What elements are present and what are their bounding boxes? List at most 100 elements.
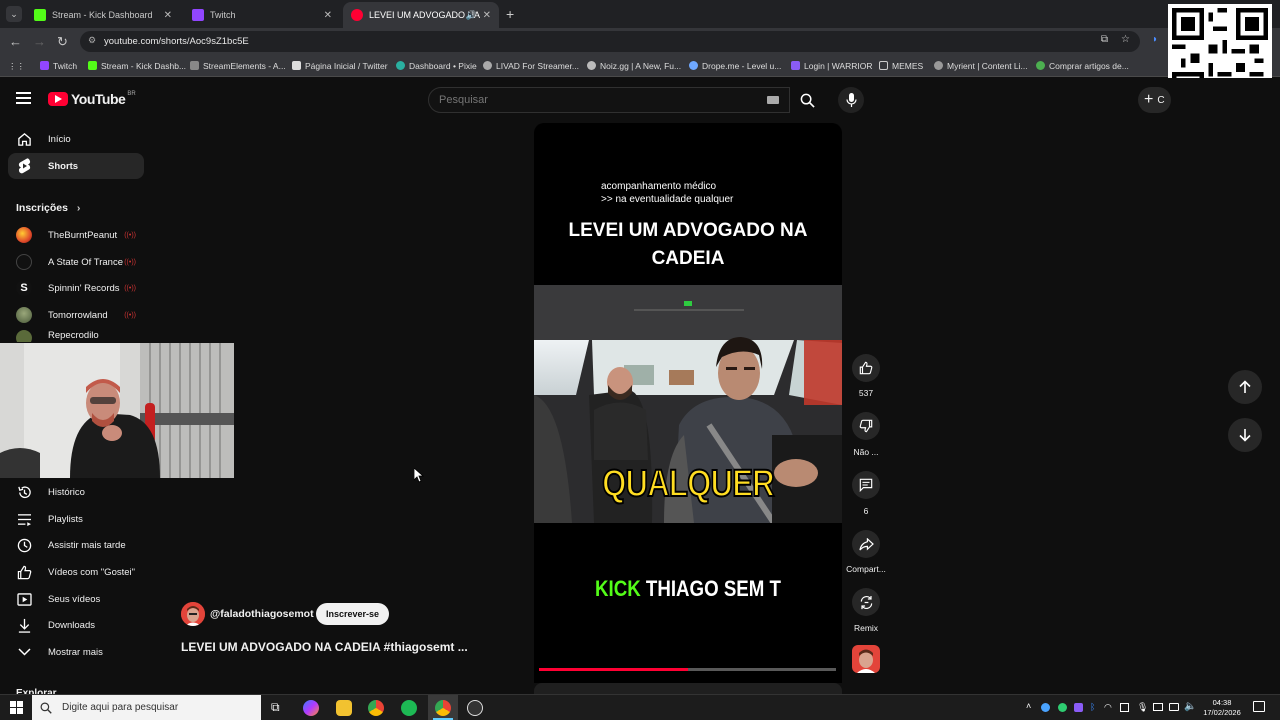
sidebar-item-history[interactable]: Histórico <box>8 479 144 505</box>
bookmark-item[interactable]: Drope.me - Level u... <box>689 61 781 71</box>
youtube-logo[interactable]: YouTube BR <box>48 91 136 107</box>
tab-youtube-active[interactable]: LEVEI UM ADVOGADO NA 🔊 ✕ <box>343 2 499 28</box>
sidebar-show-more[interactable]: Mostrar mais <box>8 639 144 665</box>
bluetooth-icon[interactable]: ᛒ <box>1090 702 1095 712</box>
copilot-icon[interactable] <box>303 700 319 716</box>
tab-search-button[interactable]: ⌄ <box>6 6 22 22</box>
bookmark-item[interactable]: Noiz.gg | A New, Fu... <box>587 61 681 71</box>
close-tab-icon[interactable]: ✕ <box>164 10 172 21</box>
close-tab-icon[interactable]: ✕ <box>483 10 491 21</box>
tray-app-icon[interactable] <box>1041 703 1050 712</box>
wifi-icon[interactable]: ◠ <box>1104 702 1112 713</box>
voice-search-button[interactable] <box>838 87 864 113</box>
mouse-cursor-icon <box>414 468 424 483</box>
subscriptions-header[interactable]: Inscrições › <box>16 202 80 214</box>
sidebar-item-playlists[interactable]: Playlists <box>8 506 144 532</box>
chrome-icon[interactable] <box>368 700 384 716</box>
taskbar-clock[interactable]: 04:38 17/02/2026 <box>1199 698 1245 718</box>
apps-grid-icon[interactable]: ⋮⋮ <box>8 61 25 72</box>
tab-twitch[interactable]: Twitch ✕ <box>184 2 340 28</box>
subscription-item[interactable]: Repecrodilo <box>8 330 144 342</box>
spotify-icon[interactable] <box>401 700 417 716</box>
region-code: BR <box>127 91 136 97</box>
install-app-icon[interactable]: ⧉ <box>1101 34 1108 45</box>
obs-icon[interactable] <box>467 700 483 716</box>
previous-short-button[interactable] <box>1228 370 1262 404</box>
task-view-icon[interactable]: ⧉ <box>271 700 280 715</box>
comments-button[interactable] <box>852 471 880 499</box>
microphone-tray-icon[interactable]: 🎙 <box>1137 702 1148 713</box>
bookmark-item[interactable]: Stream - Kick Dashb... <box>88 61 186 71</box>
tray-chevron-icon[interactable]: ˄ <box>1026 701 1031 711</box>
arrow-up-icon <box>1239 380 1251 393</box>
like-button[interactable] <box>852 354 880 382</box>
video-title[interactable]: LEVEI UM ADVOGADO NA CADEIA #thiagosemt … <box>181 640 468 654</box>
tab-title: Twitch <box>210 10 236 20</box>
display-icon[interactable] <box>1153 703 1163 711</box>
sidebar-item-watch-later[interactable]: Assistir mais tarde <box>8 532 144 558</box>
channel-name: Tomorrowland <box>48 309 108 321</box>
tray-app-icon[interactable] <box>1074 703 1083 712</box>
back-icon[interactable]: ← <box>9 34 22 49</box>
reload-icon[interactable]: ↻ <box>57 34 68 50</box>
network-icon[interactable] <box>1169 703 1179 711</box>
sidebar-item-liked-videos[interactable]: Vídeos com "Gostei" <box>8 559 144 585</box>
close-tab-icon[interactable]: ✕ <box>324 10 332 21</box>
remix-button[interactable] <box>852 588 880 616</box>
tray-app-icon[interactable] <box>1120 703 1129 712</box>
taskbar-search[interactable]: Digite aqui para pesquisar <box>32 695 261 720</box>
channel-avatar[interactable] <box>181 602 205 626</box>
file-explorer-icon[interactable] <box>336 700 352 716</box>
forward-icon[interactable]: → <box>33 34 46 49</box>
tab-kick-dashboard[interactable]: Stream - Kick Dashboard ✕ <box>26 2 180 28</box>
search-input[interactable] <box>429 88 749 112</box>
bookmark-item[interactable]: Dashboard • Pixie <box>396 61 477 71</box>
search-button[interactable] <box>790 87 824 113</box>
video-progress-bar[interactable] <box>539 668 836 671</box>
subscription-item[interactable]: A State Of Trance ((•)) <box>8 249 144 275</box>
sidebar-item-home[interactable]: Início <box>8 126 144 152</box>
next-short-preview[interactable] <box>534 683 842 694</box>
address-bar[interactable]: ⚙ youtube.com/shorts/Aoc9sZ1bc5E ⧉ ☆ <box>80 31 1140 52</box>
bookmark-item[interactable]: StreamElements - A... <box>190 61 286 71</box>
bookmark-item[interactable]: LIVAD For Streamer... <box>483 61 579 71</box>
bookmark-item[interactable]: Comprar artigos de... <box>1036 61 1129 71</box>
notifications-icon[interactable] <box>1253 701 1265 712</box>
chevron-down-icon <box>16 648 32 656</box>
keyboard-icon[interactable] <box>767 96 779 104</box>
sidebar-item-label: Seus vídeos <box>48 593 101 605</box>
bookmark-item[interactable]: Página Inicial / Twitter <box>292 61 388 71</box>
windows-start-icon[interactable] <box>10 701 23 714</box>
sound-source-thumbnail[interactable] <box>852 645 880 673</box>
chrome-active-icon[interactable] <box>435 700 451 716</box>
channel-handle[interactable]: @faladothiagosemot <box>210 608 314 620</box>
sidebar-item-label: Downloads <box>48 619 95 631</box>
tray-app-icon[interactable] <box>1058 703 1067 712</box>
sidebar-item-shorts[interactable]: Shorts <box>8 153 144 179</box>
site-info-icon[interactable]: ⚙ <box>88 35 96 46</box>
next-short-button[interactable] <box>1228 418 1262 452</box>
bookmark-star-icon[interactable]: ☆ <box>1121 34 1130 45</box>
extension-icon[interactable]: ◗ <box>1152 34 1158 45</box>
menu-icon[interactable] <box>16 92 31 104</box>
create-button[interactable]: + C <box>1138 87 1171 113</box>
search-icon <box>800 93 815 108</box>
share-button[interactable] <box>852 530 880 558</box>
bookmark-item[interactable]: Login | WARRIOR <box>791 61 873 71</box>
subscription-item[interactable]: S Spinnin' Records ((•)) <box>8 275 144 301</box>
bookmark-item[interactable]: Myrient | Content Li... <box>934 61 1028 71</box>
sidebar-item-your-videos[interactable]: Seus vídeos <box>8 586 144 612</box>
bookmarks-bar: ⋮⋮ Twitch Stream - Kick Dashb... StreamE… <box>0 55 1280 77</box>
sidebar-item-downloads[interactable]: Downloads <box>8 612 144 638</box>
volume-icon[interactable]: 🔈 <box>1184 701 1196 712</box>
new-tab-button[interactable]: + <box>506 6 514 22</box>
dislike-button[interactable] <box>852 412 880 440</box>
bookmark-item[interactable]: Twitch <box>40 61 77 71</box>
audio-playing-icon[interactable]: 🔊 <box>466 10 477 21</box>
subscribe-button[interactable]: Inscrever-se <box>316 603 389 625</box>
shorts-video-player[interactable]: acompanhamento médico >> na eventualidad… <box>534 123 842 683</box>
subscription-item[interactable]: Tomorrowland ((•)) <box>8 302 144 328</box>
bookmark-folder[interactable]: MEMES <box>879 61 923 71</box>
bookmark-favicon-icon <box>791 61 800 70</box>
subscription-item[interactable]: TheBurntPeanut ((•)) <box>8 222 144 248</box>
